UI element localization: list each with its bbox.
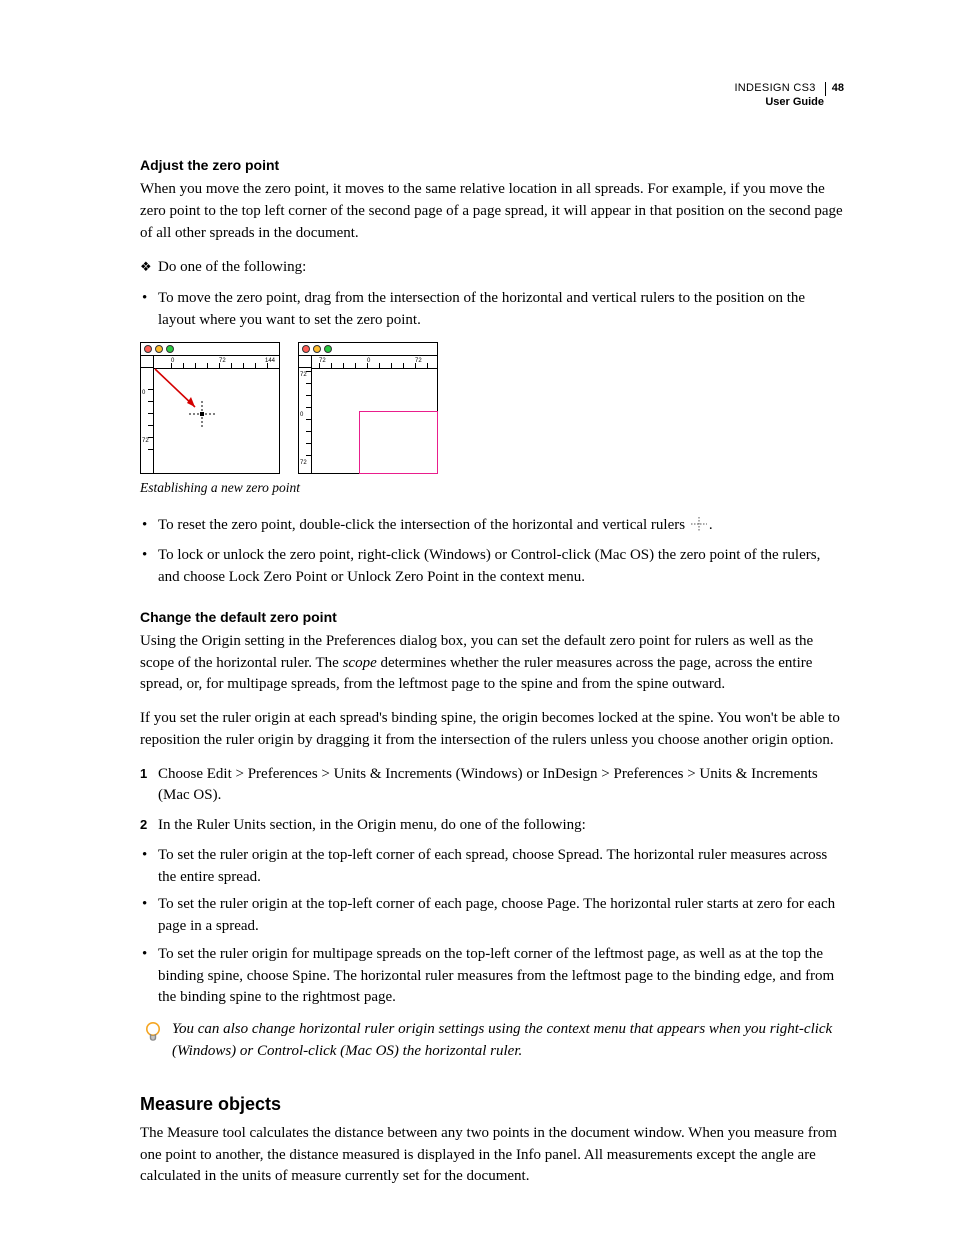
step-1: Choose Edit > Preferences > Units & Incr…	[140, 764, 844, 808]
zoom-icon	[324, 345, 332, 353]
heading-measure-objects: Measure objects	[140, 1091, 844, 1117]
lightbulb-icon	[144, 1021, 162, 1051]
close-icon	[302, 345, 310, 353]
bullet-reset-zero-point: To reset the zero point, double-click th…	[140, 515, 844, 539]
ruler-label: 72	[300, 459, 307, 468]
bullet-page: To set the ruler origin at the top-left …	[140, 894, 844, 938]
heading-change-default-zero-point: Change the default zero point	[140, 607, 844, 627]
ruler-label: 72	[319, 357, 326, 366]
change-default-p2: If you set the ruler origin at each spre…	[140, 708, 844, 752]
bullet-move-zero-point: To move the zero point, drag from the in…	[140, 288, 844, 332]
bullet-spread: To set the ruler origin at the top-left …	[140, 845, 844, 889]
running-header: INDESIGN CS3 48 User Guide	[734, 82, 844, 110]
do-one-of-following: Do one of the following:	[140, 257, 844, 279]
guide-label: User Guide	[734, 96, 844, 110]
page-number: 48	[825, 82, 844, 96]
measure-objects-p1: The Measure tool calculates the distance…	[140, 1123, 844, 1188]
heading-adjust-zero-point: Adjust the zero point	[140, 155, 844, 175]
step-2: In the Ruler Units section, in the Origi…	[140, 815, 844, 837]
figure-zero-point: 0 72 144 0 72	[140, 342, 844, 474]
zoom-icon	[166, 345, 174, 353]
page-outline	[359, 411, 438, 474]
ruler-label: 72	[415, 357, 422, 366]
figure-caption: Establishing a new zero point	[140, 478, 844, 498]
bullet-lock-zero-point: To lock or unlock the zero point, right-…	[140, 545, 844, 589]
bullet-spine: To set the ruler origin for multipage sp…	[140, 944, 844, 1009]
ruler-label: 72	[142, 437, 149, 446]
ruler-label: 72	[300, 371, 307, 380]
ruler-label: 0	[142, 389, 145, 398]
adjust-intro: When you move the zero point, it moves t…	[140, 179, 844, 244]
ruler-label: 72	[219, 357, 226, 366]
minimize-icon	[313, 345, 321, 353]
ruler-label: 0	[300, 411, 303, 420]
product-name: INDESIGN CS3	[734, 82, 815, 94]
minimize-icon	[155, 345, 163, 353]
change-default-p1: Using the Origin setting in the Preferen…	[140, 631, 844, 696]
tip-text: You can also change horizontal ruler ori…	[172, 1019, 844, 1063]
close-icon	[144, 345, 152, 353]
crosshair-icon	[189, 401, 215, 427]
ruler-intersection-icon	[691, 517, 707, 539]
figure-window-right: 72 0 72 72	[298, 342, 438, 474]
figure-window-left: 0 72 144 0 72	[140, 342, 280, 474]
tip-block: You can also change horizontal ruler ori…	[144, 1019, 844, 1063]
